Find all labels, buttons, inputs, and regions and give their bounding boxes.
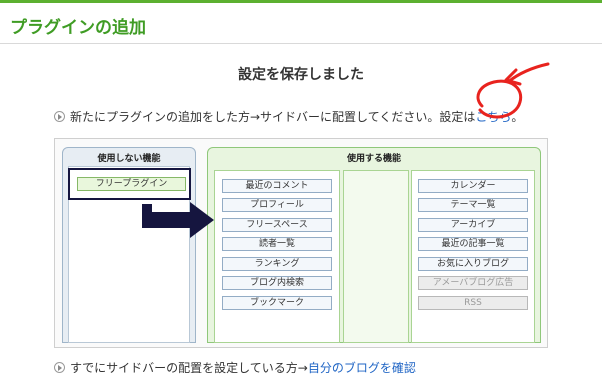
plugin-item-disabled: RSS (418, 296, 528, 310)
plugin-item[interactable]: 読者一覧 (222, 237, 332, 251)
plugin-item[interactable]: ブログ内検索 (222, 276, 332, 290)
plugin-item[interactable]: 最近の記事一覧 (418, 237, 528, 251)
instruction-line-1: 新たにプラグインの追加をした方→サイドバーに配置してください。設定はこちら。 (70, 108, 523, 125)
plugin-item[interactable]: アーカイブ (418, 218, 528, 232)
plugin-item[interactable]: カレンダー (418, 179, 528, 193)
plugin-item[interactable]: テーマ一覧 (418, 198, 528, 212)
instruction-line-2: すでにサイドバーの配置を設定している方→自分のブログを確認 (70, 359, 416, 376)
play-circle-icon (54, 111, 65, 122)
plugin-item[interactable]: お気に入りブログ (418, 257, 528, 271)
plugin-item[interactable]: プロフィール (222, 198, 332, 212)
page-header: プラグインの追加 (0, 0, 602, 44)
instruction-text-1: 新たにプラグインの追加をした方→サイドバーに配置してください。設定は (70, 110, 476, 124)
page-title: プラグインの追加 (10, 18, 146, 38)
plugin-item[interactable]: ブックマーク (222, 296, 332, 310)
plugin-item-disabled: アメーバブログ広告 (418, 276, 528, 290)
play-circle-icon (54, 362, 65, 373)
used-features-title: 使用する機能 (346, 154, 401, 164)
check-blog-link[interactable]: 自分のブログを確認 (308, 361, 416, 375)
red-annotation-circle (476, 62, 550, 119)
plugin-item[interactable]: 最近のコメント (222, 179, 332, 193)
instruction-text-2: すでにサイドバーの配置を設定している方→ (70, 361, 308, 375)
used-column-middle (343, 170, 409, 343)
plugin-item[interactable]: ランキング (222, 257, 332, 271)
drag-arrow-icon (142, 202, 214, 238)
plugin-item-free[interactable]: フリープラグイン (77, 177, 186, 191)
plugin-item[interactable]: フリースペース (222, 218, 332, 232)
unused-features-title: 使用しない機能 (97, 154, 161, 164)
